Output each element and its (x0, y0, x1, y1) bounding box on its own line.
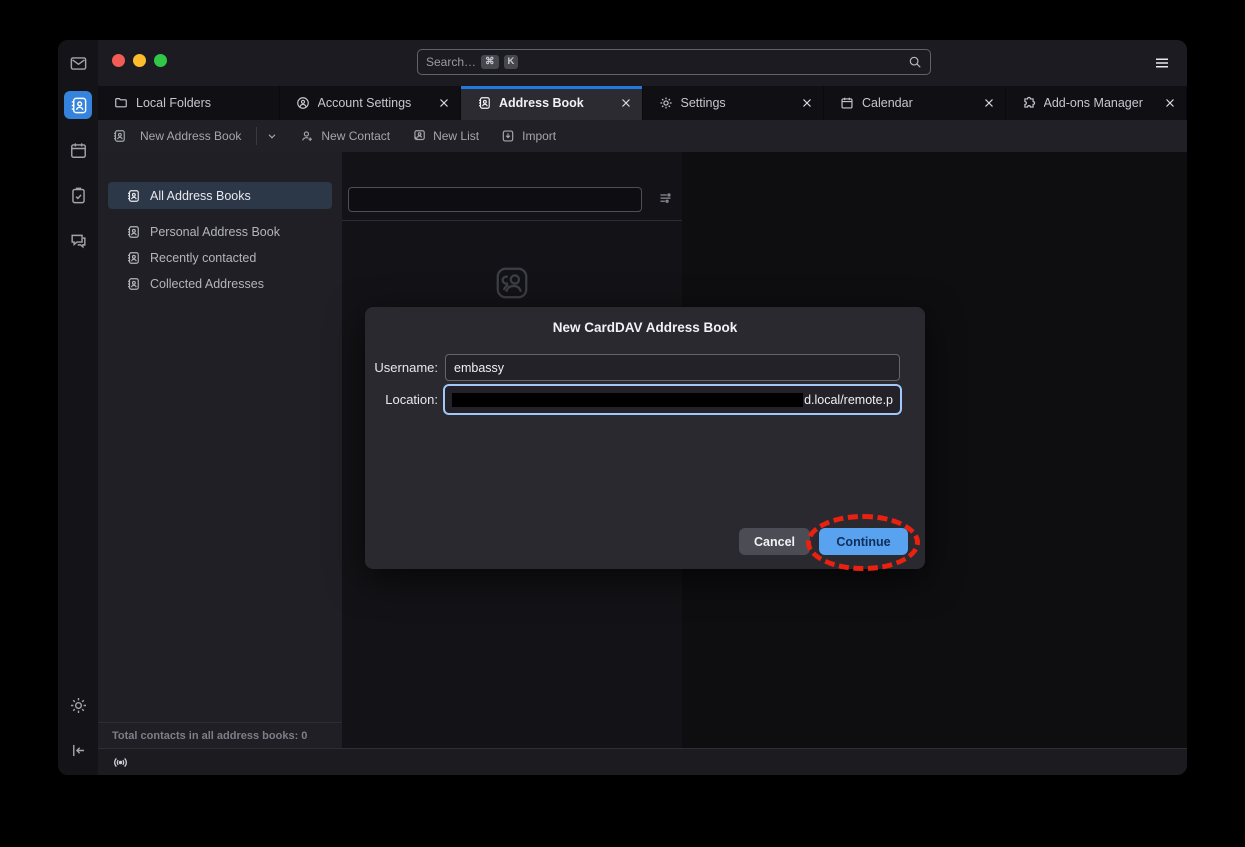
new-address-book-label: New Address Book (140, 129, 241, 143)
global-search-field[interactable]: Search… ⌘ K (417, 49, 931, 75)
tasks-icon (69, 186, 88, 205)
address-book-list: All Address Books Personal Address Book … (98, 152, 342, 297)
collapse-icon (69, 741, 88, 760)
tab-label: Account Settings (318, 96, 412, 110)
collapse-spaces-button[interactable] (64, 736, 92, 764)
username-label: Username: (365, 360, 445, 375)
address-book-icon (126, 225, 140, 239)
space-tasks[interactable] (64, 181, 92, 209)
account-settings-icon (296, 96, 310, 110)
hamburger-menu-icon (1153, 54, 1171, 72)
new-address-book-button[interactable]: New Address Book (112, 127, 278, 145)
app-menu-button[interactable] (1153, 54, 1171, 72)
list-item-label: Collected Addresses (150, 277, 264, 291)
continue-button[interactable]: Continue (819, 528, 908, 555)
close-icon[interactable] (620, 97, 632, 109)
location-label: Location: (365, 392, 445, 407)
new-contact-label: New Contact (321, 129, 390, 143)
chevron-down-icon[interactable] (266, 130, 278, 142)
tab-address-book[interactable]: Address Book (461, 86, 643, 120)
close-icon[interactable] (801, 97, 813, 109)
list-item-all-address-books[interactable]: All Address Books (108, 182, 332, 209)
address-book-toolbar: New Address Book New Contact New List (98, 120, 1187, 152)
zoom-window-button[interactable] (154, 54, 167, 67)
tab-label: Calendar (862, 96, 913, 110)
app-window: Search… ⌘ K Local Folders (58, 40, 1187, 775)
command-key-badge: ⌘ (481, 55, 499, 69)
k-key-badge: K (504, 55, 519, 69)
close-icon[interactable] (983, 97, 995, 109)
new-carddav-dialog: New CardDAV Address Book Username: Locat… (365, 307, 925, 569)
divider (342, 220, 682, 221)
folder-icon (114, 96, 128, 110)
import-button[interactable]: Import (501, 129, 556, 143)
import-label: Import (522, 129, 556, 143)
envelope-icon (69, 54, 88, 73)
close-window-button[interactable] (112, 54, 125, 67)
new-contact-button[interactable]: New Contact (300, 129, 390, 143)
divider (256, 127, 257, 145)
spaces-toolbar (58, 40, 98, 775)
new-list-icon (412, 129, 426, 143)
contacts-empty-icon (493, 264, 531, 302)
calendar-icon (69, 141, 88, 160)
display-options-icon[interactable] (658, 190, 673, 205)
import-icon (501, 129, 515, 143)
status-bar (98, 748, 1187, 775)
search-placeholder: Search… (426, 55, 476, 69)
total-contacts-status: Total contacts in all address books: 0 (98, 722, 342, 748)
tab-bar: Local Folders Account Settings Address B… (98, 86, 1187, 120)
broadcast-icon[interactable] (112, 754, 129, 771)
close-icon[interactable] (1164, 97, 1176, 109)
chat-icon (69, 231, 88, 250)
tab-account-settings[interactable]: Account Settings (280, 86, 462, 120)
list-item-personal-address-book[interactable]: Personal Address Book (108, 219, 332, 245)
dialog-title: New CardDAV Address Book (365, 320, 925, 335)
close-icon[interactable] (438, 97, 450, 109)
contacts-filter-input[interactable] (348, 187, 642, 212)
address-book-icon (126, 189, 140, 203)
gear-icon (659, 96, 673, 110)
space-mail[interactable] (64, 49, 92, 77)
address-book-icon (477, 96, 491, 110)
address-book-icon (112, 129, 126, 143)
list-item-collected-addresses[interactable]: Collected Addresses (108, 271, 332, 297)
gear-icon (69, 696, 88, 715)
address-book-icon (126, 277, 140, 291)
list-item-label: Recently contacted (150, 251, 256, 265)
redaction-bar (452, 393, 803, 407)
new-contact-icon (300, 129, 314, 143)
location-visible-text: d.local/remote.p (804, 393, 893, 407)
calendar-icon (840, 96, 854, 110)
search-icon (908, 55, 922, 69)
tab-calendar[interactable]: Calendar (824, 86, 1006, 120)
space-address-book[interactable] (64, 91, 92, 119)
cancel-button[interactable]: Cancel (739, 528, 810, 555)
tab-label: Local Folders (136, 96, 211, 110)
list-item-label: Personal Address Book (150, 225, 280, 239)
tab-settings[interactable]: Settings (643, 86, 825, 120)
traffic-lights (112, 54, 167, 67)
address-book-icon (69, 96, 88, 115)
minimize-window-button[interactable] (133, 54, 146, 67)
tab-label: Address Book (499, 96, 584, 110)
location-field[interactable]: d.local/remote.p (445, 386, 900, 413)
username-field[interactable] (445, 354, 900, 381)
address-book-icon (126, 251, 140, 265)
new-list-button[interactable]: New List (412, 129, 479, 143)
address-books-pane: All Address Books Personal Address Book … (98, 152, 342, 748)
list-item-recently-contacted[interactable]: Recently contacted (108, 245, 332, 271)
puzzle-icon (1022, 96, 1036, 110)
space-settings[interactable] (64, 691, 92, 719)
titlebar: Search… ⌘ K (98, 40, 1187, 86)
tab-addons-manager[interactable]: Add-ons Manager (1006, 86, 1188, 120)
space-calendar[interactable] (64, 136, 92, 164)
space-chat[interactable] (64, 226, 92, 254)
tab-label: Settings (681, 96, 726, 110)
tab-label: Add-ons Manager (1044, 96, 1143, 110)
list-item-label: All Address Books (150, 189, 251, 203)
tab-local-folders[interactable]: Local Folders (98, 86, 280, 120)
new-list-label: New List (433, 129, 479, 143)
